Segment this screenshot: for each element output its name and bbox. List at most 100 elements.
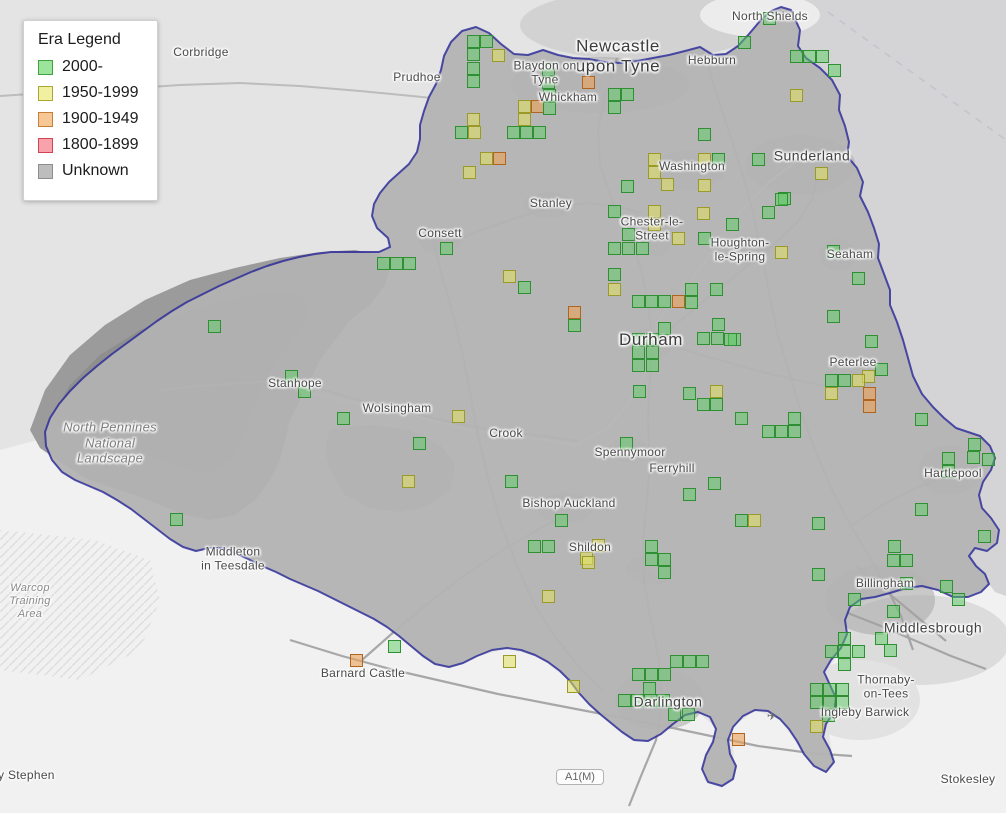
era-square-2000[interactable] (645, 668, 658, 681)
era-square-2000[interactable] (467, 62, 480, 75)
era-square-2000[interactable] (887, 605, 900, 618)
era-square-2000[interactable] (978, 530, 991, 543)
era-square-1950-1999[interactable] (492, 49, 505, 62)
era-square-2000[interactable] (812, 568, 825, 581)
era-square-2000[interactable] (298, 385, 311, 398)
era-square-2000[interactable] (646, 346, 659, 359)
era-square-2000[interactable] (621, 180, 634, 193)
era-square-1950-1999[interactable] (518, 113, 531, 126)
era-square-1900-1949[interactable] (732, 733, 745, 746)
era-square-2000[interactable] (608, 205, 621, 218)
era-square-2000[interactable] (683, 387, 696, 400)
era-square-2000[interactable] (170, 513, 183, 526)
era-square-2000[interactable] (836, 696, 849, 709)
era-square-2000[interactable] (698, 128, 711, 141)
era-square-1950-1999[interactable] (463, 166, 476, 179)
era-square-2000[interactable] (632, 295, 645, 308)
era-square-1900-1949[interactable] (568, 306, 581, 319)
era-square-2000[interactable] (708, 477, 721, 490)
era-square-2000[interactable] (762, 425, 775, 438)
era-square-2000[interactable] (388, 640, 401, 653)
era-square-2000[interactable] (735, 514, 748, 527)
era-square-1950-1999[interactable] (748, 514, 761, 527)
era-square-2000[interactable] (788, 412, 801, 425)
era-square-2000[interactable] (683, 488, 696, 501)
era-square-2000[interactable] (636, 242, 649, 255)
era-square-2000[interactable] (825, 374, 838, 387)
era-square-1950-1999[interactable] (648, 218, 661, 231)
era-square-2000[interactable] (646, 333, 659, 346)
era-square-1950-1999[interactable] (592, 539, 605, 552)
era-square-2000[interactable] (480, 35, 493, 48)
era-square-2000[interactable] (440, 242, 453, 255)
era-square-2000[interactable] (711, 332, 724, 345)
era-square-1900-1949[interactable] (493, 152, 506, 165)
era-square-2000[interactable] (633, 385, 646, 398)
era-square-1950-1999[interactable] (402, 475, 415, 488)
era-square-2000[interactable] (838, 658, 851, 671)
era-square-2000[interactable] (632, 359, 645, 372)
era-square-2000[interactable] (823, 696, 836, 709)
era-square-2000[interactable] (542, 540, 555, 553)
era-square-2000[interactable] (696, 655, 709, 668)
era-square-2000[interactable] (762, 206, 775, 219)
era-square-2000[interactable] (900, 577, 913, 590)
era-square-2000[interactable] (657, 694, 670, 707)
era-square-2000[interactable] (810, 696, 823, 709)
era-square-1950-1999[interactable] (467, 113, 480, 126)
era-square-2000[interactable] (646, 359, 659, 372)
era-square-2000[interactable] (875, 363, 888, 376)
era-square-1950-1999[interactable] (518, 100, 531, 113)
era-square-2000[interactable] (208, 320, 221, 333)
era-square-2000[interactable] (838, 632, 851, 645)
era-square-2000[interactable] (608, 242, 621, 255)
era-square-1950-1999[interactable] (503, 655, 516, 668)
era-square-2000[interactable] (618, 694, 631, 707)
era-square-2000[interactable] (507, 126, 520, 139)
era-square-2000[interactable] (763, 12, 776, 25)
era-square-2000[interactable] (827, 310, 840, 323)
era-square-2000[interactable] (952, 593, 965, 606)
era-square-1950-1999[interactable] (542, 590, 555, 603)
era-square-2000[interactable] (622, 228, 635, 241)
era-square-2000[interactable] (505, 475, 518, 488)
era-square-2000[interactable] (621, 88, 634, 101)
era-square-2000[interactable] (467, 48, 480, 61)
era-square-2000[interactable] (467, 75, 480, 88)
era-square-2000[interactable] (542, 63, 555, 76)
era-square-2000[interactable] (670, 655, 683, 668)
era-square-1950-1999[interactable] (648, 153, 661, 166)
era-square-1950-1999[interactable] (661, 178, 674, 191)
era-square-1900-1949[interactable] (582, 76, 595, 89)
era-square-2000[interactable] (697, 398, 710, 411)
era-square-2000[interactable] (982, 453, 995, 466)
era-square-2000[interactable] (967, 451, 980, 464)
era-square-2000[interactable] (658, 553, 671, 566)
map-canvas[interactable]: North ShieldsHexhamCorbridgePrudhoeNewca… (0, 0, 1006, 813)
era-square-1900-1949[interactable] (350, 654, 363, 667)
era-square-1950-1999[interactable] (567, 680, 580, 693)
era-square-2000[interactable] (836, 683, 849, 696)
era-square-2000[interactable] (413, 437, 426, 450)
era-square-2000[interactable] (467, 35, 480, 48)
era-square-2000[interactable] (710, 283, 723, 296)
era-square-2000[interactable] (852, 272, 865, 285)
era-square-2000[interactable] (337, 412, 350, 425)
era-square-2000[interactable] (555, 514, 568, 527)
era-square-2000[interactable] (915, 413, 928, 426)
era-square-2000[interactable] (542, 76, 555, 89)
era-square-1950-1999[interactable] (503, 270, 516, 283)
era-square-2000[interactable] (685, 283, 698, 296)
era-square-2000[interactable] (803, 50, 816, 63)
era-square-2000[interactable] (888, 540, 901, 553)
era-square-2000[interactable] (887, 554, 900, 567)
era-square-2000[interactable] (724, 333, 737, 346)
era-square-1950-1999[interactable] (815, 167, 828, 180)
era-square-1950-1999[interactable] (648, 205, 661, 218)
era-square-2000[interactable] (900, 554, 913, 567)
era-square-2000[interactable] (608, 268, 621, 281)
era-square-2000[interactable] (838, 374, 851, 387)
era-square-2000[interactable] (658, 668, 671, 681)
era-square-2000[interactable] (752, 153, 765, 166)
era-square-2000[interactable] (816, 50, 829, 63)
